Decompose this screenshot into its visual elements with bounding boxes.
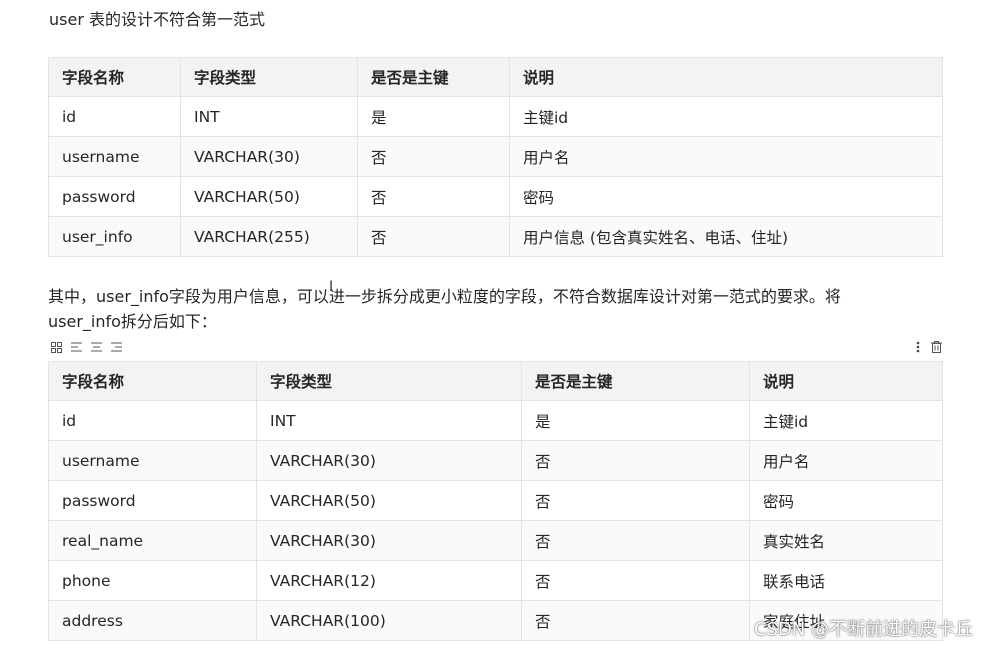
cell-primary-key: 否 (357, 176, 510, 217)
header-primary-key: 是否是主键 (357, 57, 510, 97)
cell-field-type: VARCHAR(30) (180, 136, 358, 177)
cell-field-name: id (48, 400, 257, 441)
header-primary-key: 是否是主键 (521, 361, 750, 401)
table-row: username VARCHAR(30) 否 用户名 (48, 440, 943, 481)
table-row: username VARCHAR(30) 否 用户名 (48, 136, 943, 177)
cell-field-type: VARCHAR(50) (180, 176, 358, 217)
split-user-table: 字段名称 字段类型 是否是主键 说明 id INT 是 主键id usernam… (48, 361, 943, 641)
cell-primary-key: 否 (357, 136, 510, 177)
original-user-table: 字段名称 字段类型 是否是主键 说明 id INT 是 主键id usernam… (48, 57, 943, 257)
explanation-paragraph: 其中，user_info字段为用户信息，可以进一步拆分成更小粒度的字段，不符合数… (48, 284, 948, 334)
cell-description: 密码 (509, 176, 943, 217)
cell-primary-key: 否 (521, 560, 750, 601)
delete-icon[interactable] (929, 339, 943, 355)
cell-field-name: address (48, 600, 257, 641)
more-icon[interactable] (911, 339, 925, 355)
cell-field-type: VARCHAR(30) (256, 520, 522, 561)
table-row: real_name VARCHAR(30) 否 真实姓名 (48, 520, 943, 561)
cell-field-type: VARCHAR(30) (256, 440, 522, 481)
header-field-name: 字段名称 (48, 57, 181, 97)
cell-description: 主键id (509, 96, 943, 137)
align-center-icon[interactable] (88, 339, 104, 355)
header-field-name: 字段名称 (48, 361, 257, 401)
table-toolbar-left (48, 339, 124, 355)
cell-primary-key: 否 (357, 216, 510, 257)
cell-field-name: username (48, 136, 181, 177)
cell-field-type: INT (180, 96, 358, 137)
header-description: 说明 (749, 361, 943, 401)
watermark: CSDN @不断前进的皮卡丘 (754, 619, 974, 640)
cell-field-type: VARCHAR(50) (256, 480, 522, 521)
cell-description: 密码 (749, 480, 943, 521)
header-description: 说明 (509, 57, 943, 97)
cell-field-name: id (48, 96, 181, 137)
cell-description: 联系电话 (749, 560, 943, 601)
cell-field-type: VARCHAR(255) (180, 216, 358, 257)
grid-icon[interactable] (48, 339, 64, 355)
header-field-type: 字段类型 (256, 361, 522, 401)
table-header-row: 字段名称 字段类型 是否是主键 说明 (48, 361, 943, 401)
cell-primary-key: 否 (521, 600, 750, 641)
align-left-icon[interactable] (68, 339, 84, 355)
table-header-row: 字段名称 字段类型 是否是主键 说明 (48, 57, 943, 97)
cell-field-name: password (48, 176, 181, 217)
cell-field-type: VARCHAR(12) (256, 560, 522, 601)
cell-primary-key: 是 (521, 400, 750, 441)
cell-description: 用户信息 (包含真实姓名、电话、住址) (509, 216, 943, 257)
cell-field-type: INT (256, 400, 522, 441)
table-row: id INT 是 主键id (48, 96, 943, 137)
table-row: password VARCHAR(50) 否 密码 (48, 480, 943, 521)
cell-primary-key: 否 (521, 480, 750, 521)
cell-description: 用户名 (749, 440, 943, 481)
cell-field-name: password (48, 480, 257, 521)
table-row: phone VARCHAR(12) 否 联系电话 (48, 560, 943, 601)
cell-primary-key: 是 (357, 96, 510, 137)
paragraph-line-2: user_info拆分后如下： (48, 312, 217, 331)
intro-text: user 表的设计不符合第一范式 (49, 10, 265, 29)
cell-field-name: username (48, 440, 257, 481)
cell-field-name: phone (48, 560, 257, 601)
cell-primary-key: 否 (521, 520, 750, 561)
cell-primary-key: 否 (521, 440, 750, 481)
table-toolbar-right (911, 339, 943, 355)
paragraph-line-1: 其中，user_info字段为用户信息，可以进一步拆分成更小粒度的字段，不符合数… (48, 287, 841, 306)
align-right-icon[interactable] (108, 339, 124, 355)
table-row: user_info VARCHAR(255) 否 用户信息 (包含真实姓名、电话… (48, 216, 943, 257)
cell-description: 用户名 (509, 136, 943, 177)
cell-description: 主键id (749, 400, 943, 441)
cell-field-type: VARCHAR(100) (256, 600, 522, 641)
header-field-type: 字段类型 (180, 57, 358, 97)
table-row: id INT 是 主键id (48, 400, 943, 441)
cell-field-name: user_info (48, 216, 181, 257)
cell-field-name: real_name (48, 520, 257, 561)
cell-description: 真实姓名 (749, 520, 943, 561)
table-row: password VARCHAR(50) 否 密码 (48, 176, 943, 217)
